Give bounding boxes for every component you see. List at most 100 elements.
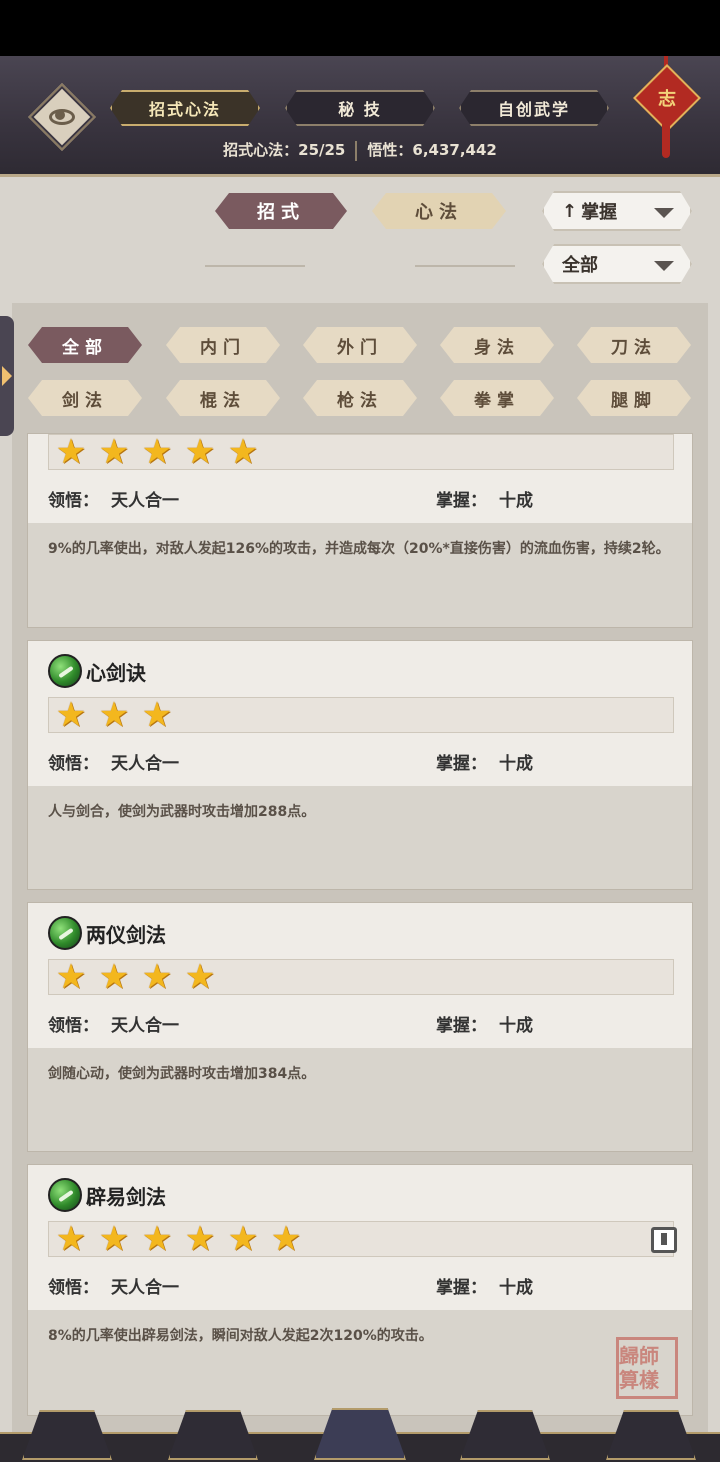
skill-description: 人与剑合，使剑为武器时攻击增加288点。	[28, 786, 692, 889]
comprehension: 领悟： 天人合一	[48, 486, 179, 511]
skill-description: 9%的几率使出，对敌人发起126%的攻击，并造成每次（20%*直接伤害）的流血伤…	[28, 523, 692, 627]
skill-description: 剑随心动，使剑为武器时攻击增加384点。	[28, 1048, 692, 1151]
filter-movement[interactable]: 身法	[440, 327, 554, 363]
scope-dropdown-label: 全部	[562, 255, 598, 276]
lock-icon[interactable]	[651, 1227, 677, 1253]
star-icon: ★	[184, 957, 216, 997]
filter-outer[interactable]: 外门	[303, 327, 417, 363]
star-icon: ★	[270, 1219, 302, 1259]
filter-spear[interactable]: 枪法	[303, 380, 417, 416]
comprehension: 领悟： 天人合一	[48, 1273, 179, 1298]
stats-label-insight: 悟性：	[367, 141, 413, 159]
skill-name: 心剑诀	[86, 660, 146, 685]
comprehension-value: 天人合一	[111, 1278, 179, 1298]
skill-name: 两仪剑法	[86, 922, 166, 947]
star-icon: ★	[55, 957, 87, 997]
side-drawer-handle[interactable]	[0, 316, 14, 436]
mastery-value: 十成	[499, 1278, 533, 1298]
mastery-label: 掌握：	[436, 1278, 487, 1298]
star-icon: ★	[227, 1219, 259, 1259]
star-icon: ★	[55, 1219, 87, 1259]
skill-title: 两仪剑法	[48, 915, 166, 951]
star-icon: ★	[55, 695, 87, 735]
stats-value-count: 25/25	[298, 141, 346, 159]
comprehension-value: 天人合一	[111, 754, 179, 774]
filter-staff[interactable]: 棍法	[166, 380, 280, 416]
chevron-down-icon	[654, 208, 674, 218]
chevron-down-icon	[654, 261, 674, 271]
star-icon: ★	[141, 695, 173, 735]
mastery: 掌握： 十成	[436, 1011, 533, 1036]
divider-right	[415, 265, 515, 267]
skill-card[interactable]: ★ ★ ★ ★ ★ 领悟： 天人合一 掌握： 十成 9%的几率使出，对敌人发起126%的攻击…	[27, 433, 693, 628]
mastery-value: 十成	[499, 491, 533, 511]
comprehension-label: 领悟：	[48, 491, 99, 511]
subtab-methods[interactable]: 心法	[372, 193, 506, 229]
skill-description: 8%的几率使出辟易剑法，瞬间对敌人发起2次120%的攻击。	[28, 1310, 692, 1415]
star-icon: ★	[141, 1219, 173, 1259]
mastery-value: 十成	[499, 1016, 533, 1036]
comprehension-value: 天人合一	[111, 1016, 179, 1036]
mastery: 掌握： 十成	[436, 486, 533, 511]
sword-skill-icon	[48, 654, 82, 688]
star-rating: ★ ★ ★ ★	[48, 959, 674, 995]
tab-self-created[interactable]: 自创武学	[459, 90, 609, 126]
mastery: 掌握： 十成	[436, 749, 533, 774]
comprehension: 领悟： 天人合一	[48, 1011, 179, 1036]
knot-char: 志	[658, 89, 676, 110]
filter-sword[interactable]: 剑法	[28, 380, 142, 416]
stats-label-count: 招式心法：	[223, 141, 299, 159]
skill-name: 辟易剑法	[86, 1184, 166, 1209]
mastery-value: 十成	[499, 754, 533, 774]
mastery: 掌握： 十成	[436, 1273, 533, 1298]
sword-skill-icon	[48, 916, 82, 950]
divider-left	[205, 265, 305, 267]
star-icon: ★	[55, 433, 87, 472]
stats-line: 招式心法：25/25 悟性：6,437,442	[0, 139, 720, 161]
star-rating: ★ ★ ★ ★ ★ ★	[48, 1221, 674, 1257]
skill-card[interactable]: 两仪剑法 ★ ★ ★ ★ 领悟： 天人合一 掌握： 十成 剑随心动，使剑为武器时攻击增加3…	[27, 902, 693, 1152]
mastery-label: 掌握：	[436, 754, 487, 774]
star-icon: ★	[184, 1219, 216, 1259]
skill-card[interactable]: 心剑诀 ★ ★ ★ 领悟： 天人合一 掌握： 十成 人与剑合，使剑为武器时攻击增加288…	[27, 640, 693, 890]
mastery-label: 掌握：	[436, 1016, 487, 1036]
filter-all[interactable]: 全部	[28, 327, 142, 363]
skill-title: 辟易剑法	[48, 1177, 166, 1213]
scope-dropdown[interactable]: 全部	[542, 244, 692, 284]
sword-skill-icon	[48, 1178, 82, 1212]
star-icon: ★	[98, 695, 130, 735]
comprehension: 领悟： 天人合一	[48, 749, 179, 774]
star-icon: ★	[98, 433, 130, 472]
filter-inner[interactable]: 内门	[166, 327, 280, 363]
filter-blade[interactable]: 刀法	[577, 327, 691, 363]
star-icon: ★	[141, 957, 173, 997]
star-icon: ★	[141, 433, 173, 472]
comprehension-label: 领悟：	[48, 1016, 99, 1036]
filter-kick[interactable]: 腿脚	[577, 380, 691, 416]
eye-pupil-icon	[55, 110, 65, 120]
seal-stamp: 歸師算樣	[616, 1337, 678, 1399]
star-icon: ★	[227, 433, 259, 472]
tab-secret-skills[interactable]: 秘 技	[285, 90, 435, 126]
arrow-right-icon	[2, 366, 12, 386]
star-icon: ★	[98, 1219, 130, 1259]
comprehension-value: 天人合一	[111, 491, 179, 511]
skill-card[interactable]: 辟易剑法 ★ ★ ★ ★ ★ ★ 领悟： 天人合一 掌握： 十成 8%的几率使出辟易剑法，瞬间…	[27, 1164, 693, 1416]
sort-arrow-icon: ↑	[562, 200, 578, 222]
comprehension-label: 领悟：	[48, 754, 99, 774]
star-icon: ★	[184, 433, 216, 472]
stats-value-insight: 6,437,442	[412, 141, 497, 159]
mastery-label: 掌握：	[436, 491, 487, 511]
stats-separator	[355, 140, 358, 161]
star-icon: ★	[98, 957, 130, 997]
filter-fist[interactable]: 拳掌	[440, 380, 554, 416]
subtab-moves[interactable]: 招式	[215, 193, 347, 229]
skill-title: 心剑诀	[48, 653, 146, 689]
sort-dropdown-label: 掌握	[581, 202, 618, 223]
tab-moves-methods[interactable]: 招式心法	[110, 90, 260, 126]
status-bar-area	[0, 0, 720, 56]
star-rating: ★ ★ ★ ★ ★	[48, 434, 674, 470]
sort-dropdown[interactable]: ↑ 掌握	[542, 191, 692, 231]
comprehension-label: 领悟：	[48, 1278, 99, 1298]
star-rating: ★ ★ ★	[48, 697, 674, 733]
